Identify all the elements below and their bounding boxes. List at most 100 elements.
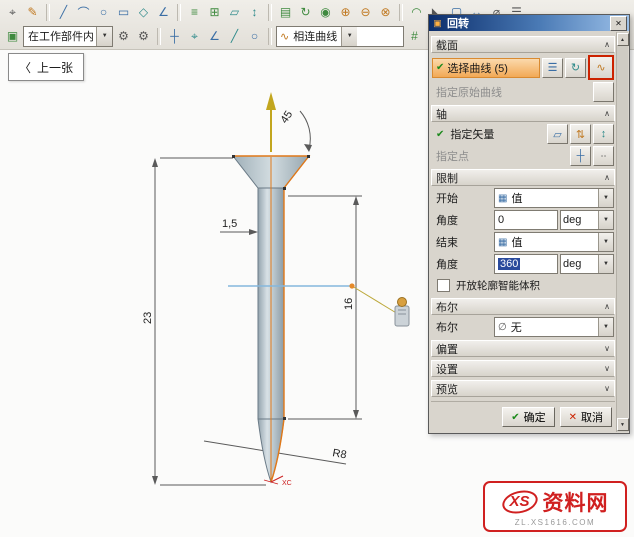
datum-plane-icon[interactable]: ▱ [225,3,244,22]
end-type-combo[interactable]: ▦ 值 ▼ [494,232,614,252]
gear-icon[interactable]: ⚙ [114,27,133,46]
pattern-icon[interactable]: ⊞ [205,3,224,22]
vector-dialog-button[interactable]: ▱ [547,124,568,144]
collapse-icon[interactable]: ∧ [604,302,610,311]
point-options-button[interactable]: ∙∙ [593,146,614,166]
check-icon: ✔ [436,62,444,73]
section-header-preview[interactable]: 预览 ∨ [431,380,615,397]
point-dialog-button[interactable]: ┼ [570,146,591,166]
sketch-icon[interactable]: ✎ [23,3,42,22]
combo-arrow-icon[interactable]: ▼ [598,211,613,229]
arc-icon[interactable]: ⌒ [74,3,93,22]
dim-r8: R8 [331,447,347,461]
datum-axis-icon[interactable]: ↕ [245,3,264,22]
rectangle-icon[interactable]: ▭ [114,3,133,22]
combo-arrow-icon[interactable]: ▼ [96,27,112,46]
collapse-icon[interactable]: ∧ [604,40,610,49]
end-angle-unit: deg [561,258,598,270]
end-type-value: 值 [509,234,598,250]
ok-check-icon: ✔ [511,412,519,423]
curve-mode-button[interactable]: ∿ [588,55,614,80]
section-header-offset[interactable]: 偏置 ∨ [431,340,615,357]
snap-midpoint-icon[interactable]: ∠ [205,27,224,46]
dialog-scrollbar[interactable]: ▲ ▼ [616,32,628,432]
combo-arrow-icon[interactable]: ▼ [341,27,357,46]
boolean-combo[interactable]: ∅ 无 ▼ [494,317,614,337]
previous-image-button[interactable]: 〈 上一张 [8,53,84,81]
profile-point[interactable] [349,283,354,288]
revolve-icon[interactable]: ↻ [296,3,315,22]
start-angle-input[interactable]: 0 [494,210,558,230]
boolean-label: 布尔 [432,319,492,335]
unite-icon[interactable]: ⊕ [336,3,355,22]
expand-icon[interactable]: ∨ [604,344,610,353]
open-profile-checkbox[interactable] [437,279,450,292]
snap-point-icon[interactable]: ⌖ [3,3,22,22]
reverse-direction-button[interactable]: ⇅ [570,124,591,144]
snap-endpoint-icon[interactable]: ⌖ [185,27,204,46]
axis-vector-arrow[interactable] [266,92,276,152]
end-angle-input[interactable]: 360 [494,254,558,274]
dim-16: 16 [343,298,355,310]
cancel-button[interactable]: ✕ 取消 [560,407,612,427]
cancel-x-icon: ✕ [569,412,577,423]
combo-arrow-icon[interactable]: ▼ [598,233,613,251]
hole-icon[interactable]: ◉ [316,3,335,22]
curve-rule-icon: ∿ [277,30,289,43]
scroll-up-icon[interactable]: ▲ [617,33,629,46]
revolve-dialog: ▣ 回转 ✕ 截面 ∧ ✔ 选择曲线 (5) ☰ ↻ ∿ 指定原始曲线 [428,14,630,434]
combo-arrow-icon[interactable]: ▼ [598,189,613,207]
expand-icon[interactable]: ∨ [604,384,610,393]
specify-origin-curve-label: 指定原始曲线 [432,84,591,100]
fillet-icon[interactable]: ∠ [154,3,173,22]
origin-curve-button[interactable] [593,82,614,102]
selected-profile-highlight[interactable] [233,156,309,482]
close-icon[interactable]: ✕ [610,16,627,31]
start-angle-unit-combo[interactable]: deg ▼ [560,210,614,230]
vector-options-button[interactable]: ↕ [593,124,614,144]
section-header-boolean[interactable]: 布尔 ∧ [431,298,615,315]
section-header-limits[interactable]: 限制 ∧ [431,169,615,186]
polygon-icon[interactable]: ◇ [134,3,153,22]
section-header-settings[interactable]: 设置 ∨ [431,360,615,377]
offset-curve-icon[interactable]: ≡ [185,3,204,22]
combo-arrow-icon[interactable]: ▼ [598,255,613,273]
selection-scope-combo[interactable]: 在工作部件内 ▼ [23,26,113,47]
subtract-icon[interactable]: ⊖ [356,3,375,22]
intersect-icon[interactable]: ⊗ [376,3,395,22]
toolbar-separator [399,4,403,21]
edge-blend-icon[interactable]: ◠ [407,3,426,22]
angle-drag-handle[interactable] [395,298,409,327]
start-type-combo[interactable]: ▦ 值 ▼ [494,188,614,208]
extrude-icon[interactable]: ▤ [276,3,295,22]
collapse-icon[interactable]: ∧ [604,109,610,118]
selection-filter-icon[interactable]: ▣ [3,27,22,46]
end-angle-unit-combo[interactable]: deg ▼ [560,254,614,274]
section-header-section[interactable]: 截面 ∧ [431,36,615,53]
dialog-footer: ✔ 确定 ✕ 取消 [431,401,615,431]
none-icon: ∅ [495,322,509,333]
list-selection-button[interactable]: ☰ [542,58,563,78]
start-type-value: 值 [509,190,598,206]
select-curve-row[interactable]: ✔ 选择曲线 (5) [432,58,540,78]
line-icon[interactable]: ╱ [54,3,73,22]
curve-rule-combo[interactable]: ∿ 相连曲线 ▼ [276,26,404,47]
handle-leader-line [352,286,398,314]
value-box-icon: ▦ [495,193,509,204]
snap-intersection-icon[interactable]: ╱ [225,27,244,46]
section-header-axis[interactable]: 轴 ∧ [431,105,615,122]
expand-icon[interactable]: ∨ [604,364,610,373]
gear-icon[interactable]: ⚙ [134,27,153,46]
dialog-titlebar[interactable]: ▣ 回转 ✕ [429,15,629,31]
collapse-icon[interactable]: ∧ [604,173,610,182]
reverse-selection-button[interactable]: ↻ [565,58,586,78]
grid-snap-icon[interactable]: # [405,27,424,46]
combo-arrow-icon[interactable]: ▼ [598,318,613,336]
ok-button[interactable]: ✔ 确定 [502,407,554,427]
snap-center-icon[interactable]: ○ [245,27,264,46]
circle-icon[interactable]: ○ [94,3,113,22]
boolean-header-label: 布尔 [436,299,458,315]
dimension-arrows [152,144,359,485]
snap-crosshair-icon[interactable]: ┼ [165,27,184,46]
scroll-down-icon[interactable]: ▼ [617,418,629,431]
